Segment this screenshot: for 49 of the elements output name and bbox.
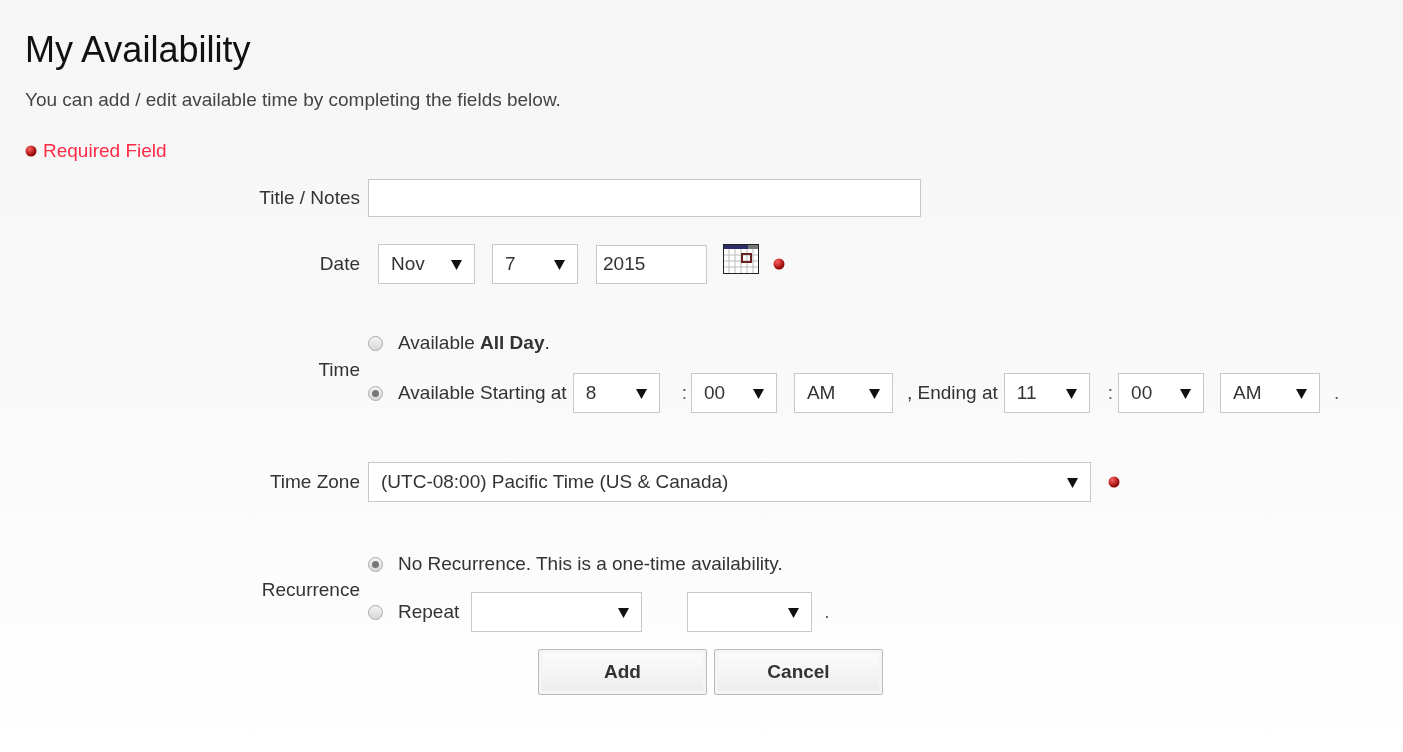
dropdown[interactable]: AM: [1220, 373, 1321, 413]
caret-icon: [451, 258, 462, 270]
text-input[interactable]: [368, 179, 921, 217]
page-title: My Availability: [25, 28, 252, 72]
period-text: .: [824, 599, 830, 624]
dropdown[interactable]: 00: [690, 373, 777, 413]
required-legend: Required Field: [43, 136, 167, 165]
radio-button[interactable]: [368, 556, 383, 572]
dropdown[interactable]: 00: [1118, 373, 1205, 413]
caret-icon: [554, 258, 565, 270]
caret-icon: [1067, 476, 1078, 488]
form-button[interactable]: Cancel: [714, 649, 883, 695]
intro-text: You can add / edit available time by completing the fields below.: [25, 88, 562, 112]
caret-icon: [635, 387, 647, 399]
field-label: Time Zone: [268, 469, 360, 494]
field-label: Time: [317, 358, 360, 383]
option-label: No Recurrence. This is a one-time availability.: [398, 551, 783, 576]
option-label: Available Starting at: [398, 380, 567, 405]
dropdown[interactable]: 11: [1003, 373, 1090, 413]
caret-icon: [1065, 387, 1077, 399]
option-label: Available All Day.: [398, 330, 550, 355]
field-label: Date: [318, 251, 360, 276]
dropdown[interactable]: [471, 592, 643, 632]
form-button[interactable]: Add: [538, 649, 707, 695]
required-dot-icon: [25, 144, 37, 157]
radio-button[interactable]: [368, 604, 383, 620]
option-label: Repeat: [398, 599, 460, 624]
dropdown[interactable]: (UTC-08:00) Pacific Time (US & Canada): [368, 462, 1091, 502]
field-label: Recurrence: [260, 578, 360, 603]
dropdown[interactable]: 7: [492, 244, 578, 284]
radio-button[interactable]: [368, 335, 383, 351]
dropdown[interactable]: 8: [572, 373, 660, 413]
dropdown[interactable]: Nov: [378, 244, 475, 284]
year-input[interactable]: 2015: [596, 244, 707, 284]
option-label: , Ending at: [906, 380, 998, 405]
caret-icon: [788, 606, 800, 618]
radio-button[interactable]: [368, 385, 383, 401]
dropdown[interactable]: AM: [793, 373, 893, 413]
period-text: .: [1334, 380, 1340, 405]
calendar-icon[interactable]: [723, 244, 759, 274]
caret-icon: [752, 387, 764, 399]
caret-icon: [618, 606, 630, 618]
field-label: Title / Notes: [258, 185, 360, 210]
separator-text: :: [1107, 380, 1114, 405]
caret-icon: [868, 387, 880, 399]
caret-icon: [1296, 387, 1308, 399]
caret-icon: [1180, 387, 1192, 399]
dropdown[interactable]: [687, 592, 813, 632]
separator-text: :: [681, 380, 687, 405]
